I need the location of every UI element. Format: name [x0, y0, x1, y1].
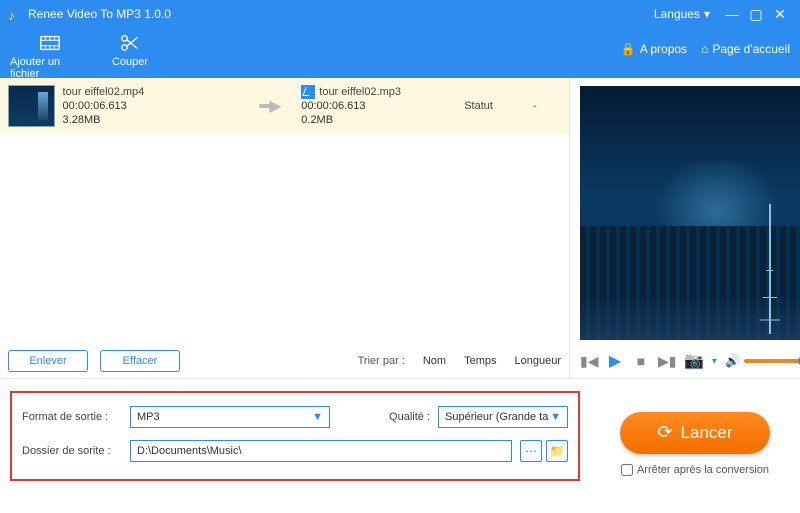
- status-cell: Statut -: [464, 100, 561, 112]
- chevron-down-icon: ▼: [312, 411, 323, 423]
- close-button[interactable]: ✕: [768, 6, 792, 23]
- stop-after-label: Arrêter après la conversion: [637, 464, 769, 476]
- video-preview[interactable]: [580, 86, 800, 340]
- next-button[interactable]: ▶▮: [658, 353, 676, 370]
- scissors-icon: [117, 32, 143, 54]
- cut-label: Couper: [112, 56, 148, 68]
- sort-bar: Trier par : Nom Temps Longueur: [192, 355, 561, 367]
- prev-button[interactable]: ▮◀: [580, 353, 598, 370]
- language-menu[interactable]: Langues ▾: [654, 7, 710, 21]
- settings-highlight-box: Format de sortie : MP3 ▼ Qualité : Supér…: [10, 391, 580, 481]
- preview-pane: ▮◀ ▶ ■ ▶▮ 📷 ▾ 🔊: [570, 78, 800, 378]
- app-title: Renee Video To MP3 1.0.0: [28, 7, 654, 21]
- player-controls: ▮◀ ▶ ■ ▶▮ 📷 ▾ 🔊: [570, 344, 800, 378]
- stop-after-checkbox[interactable]: Arrêter après la conversion: [621, 464, 769, 476]
- launch-label: Lancer: [681, 423, 733, 443]
- chevron-down-icon: ▼: [550, 411, 561, 423]
- launch-button[interactable]: ⟳ Lancer: [620, 412, 770, 454]
- file-list-empty: [0, 134, 569, 344]
- stop-button[interactable]: ■: [632, 353, 650, 369]
- quality-select[interactable]: Supérieur (Grande ta ▼: [438, 406, 568, 428]
- title-bar: ♪ Renee Video To MP3 1.0.0 Langues ▾ ― ▢…: [0, 0, 800, 28]
- dest-filename: tour eiffel02.mp3: [319, 86, 401, 98]
- sort-length[interactable]: Longueur: [515, 355, 562, 367]
- quality-label: Qualité :: [380, 411, 430, 423]
- dest-duration: 00:00:06.613: [301, 99, 456, 113]
- stop-after-input[interactable]: [621, 464, 633, 476]
- folder-value: D:\Documents\Music\: [137, 445, 242, 457]
- file-row[interactable]: tour eiffel02.mp4 00:00:06.613 3.28MB ▪▪…: [0, 78, 569, 134]
- format-value: MP3: [137, 411, 160, 423]
- video-thumbnail: [8, 85, 55, 127]
- add-file-label: Ajouter un fichier: [10, 56, 90, 80]
- clear-button[interactable]: Effacer: [100, 350, 180, 372]
- launch-pane: ⟳ Lancer Arrêter après la conversion: [590, 379, 800, 508]
- source-filename: tour eiffel02.mp4: [63, 85, 237, 99]
- dest-info: tour eiffel02.mp3 00:00:06.613 0.2MB: [301, 85, 456, 128]
- folder-more-button[interactable]: ⋯: [520, 440, 542, 462]
- volume-control[interactable]: 🔊: [725, 354, 800, 368]
- dest-size: 0.2MB: [301, 113, 456, 127]
- remove-button[interactable]: Enlever: [8, 350, 88, 372]
- add-file-button[interactable]: Ajouter un fichier: [10, 32, 90, 80]
- play-button[interactable]: ▶: [606, 351, 624, 371]
- maximize-button[interactable]: ▢: [744, 6, 768, 23]
- folder-label: Dossier de sorite :: [22, 445, 122, 457]
- quality-value: Supérieur (Grande ta: [445, 411, 548, 423]
- sort-by-label: Trier par :: [358, 355, 405, 367]
- format-label: Format de sortie :: [22, 411, 122, 423]
- sort-time[interactable]: Temps: [464, 355, 496, 367]
- film-icon: [37, 32, 63, 54]
- home-label: Page d'accueil: [712, 42, 790, 56]
- source-size: 3.28MB: [63, 113, 237, 127]
- snapshot-menu-icon[interactable]: ▾: [712, 356, 717, 367]
- app-logo-icon: ♪: [8, 7, 22, 21]
- home-icon: ⌂: [701, 42, 708, 56]
- file-list-pane: tour eiffel02.mp4 00:00:06.613 3.28MB ▪▪…: [0, 78, 570, 378]
- arrow-icon: ▪▪▪▶: [245, 96, 293, 116]
- volume-slider[interactable]: [744, 359, 800, 363]
- language-label: Langues: [654, 7, 700, 21]
- sort-name[interactable]: Nom: [423, 355, 446, 367]
- status-header: Statut: [464, 100, 493, 112]
- source-duration: 00:00:06.613: [63, 99, 237, 113]
- speaker-icon: 🔊: [725, 354, 740, 368]
- cut-button[interactable]: Couper: [90, 32, 170, 68]
- format-select[interactable]: MP3 ▼: [130, 406, 330, 428]
- output-folder-field[interactable]: D:\Documents\Music\: [130, 440, 512, 462]
- chevron-down-icon: ▾: [704, 7, 710, 21]
- bottom-panel: Format de sortie : MP3 ▼ Qualité : Supér…: [0, 378, 800, 508]
- source-info: tour eiffel02.mp4 00:00:06.613 3.28MB: [63, 85, 237, 128]
- output-settings: Format de sortie : MP3 ▼ Qualité : Supér…: [0, 379, 590, 508]
- list-actions: Enlever Effacer Trier par : Nom Temps Lo…: [0, 344, 569, 378]
- eiffel-tower-icon: [750, 204, 790, 334]
- about-label: A propos: [640, 42, 687, 56]
- edit-icon[interactable]: [301, 85, 315, 99]
- refresh-icon: ⟳: [657, 422, 672, 443]
- about-link[interactable]: 🔒 A propos: [621, 42, 687, 56]
- minimize-button[interactable]: ―: [720, 6, 744, 22]
- status-value: -: [533, 100, 537, 112]
- toolbar: Ajouter un fichier Couper 🔒 A propos ⌂ Pag…: [0, 28, 800, 78]
- snapshot-button[interactable]: 📷: [684, 351, 704, 371]
- home-link[interactable]: ⌂ Page d'accueil: [701, 42, 790, 56]
- content-area: tour eiffel02.mp4 00:00:06.613 3.28MB ▪▪…: [0, 78, 800, 378]
- open-folder-button[interactable]: 📁: [546, 440, 568, 462]
- lock-icon: 🔒: [621, 42, 636, 56]
